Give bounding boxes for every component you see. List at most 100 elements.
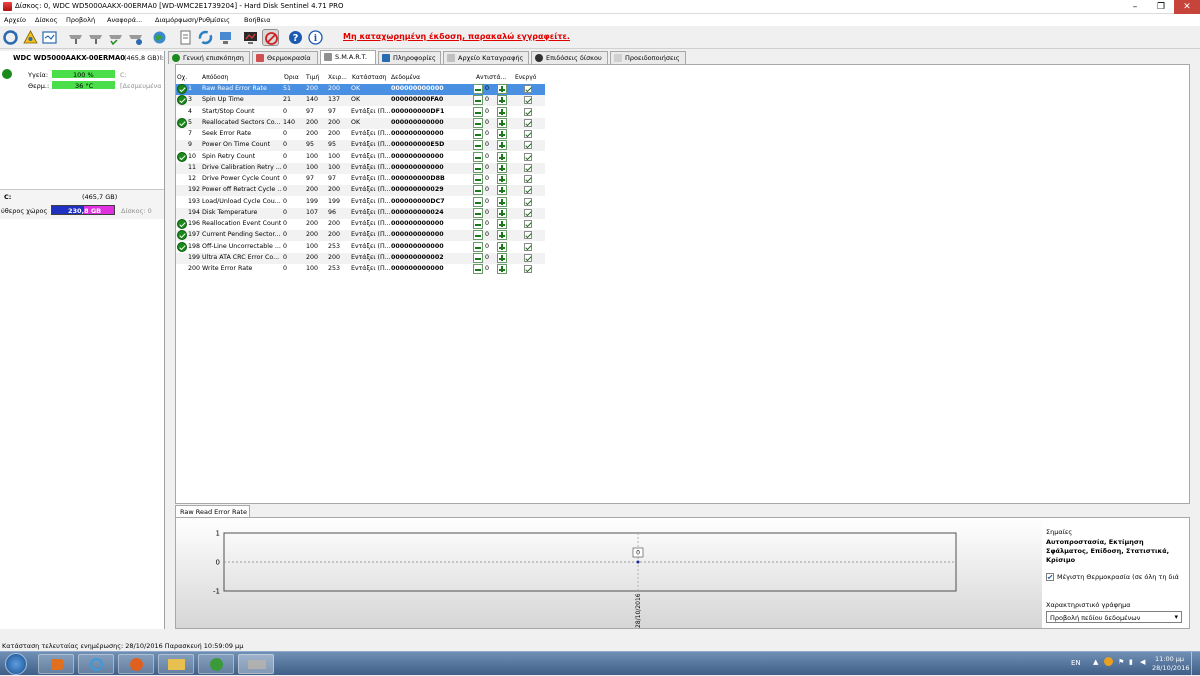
decrement-button[interactable] — [473, 174, 483, 184]
active-checkbox[interactable] — [524, 130, 532, 138]
table-row[interactable]: 5 Reallocated Sectors Co... 140 200 200 OK 000… — [176, 117, 545, 129]
globe-icon[interactable] — [151, 29, 168, 46]
document-icon[interactable] — [177, 29, 194, 46]
active-checkbox[interactable] — [524, 208, 532, 217]
table-row[interactable]: 196 Reallocation Event Count 0 200 200 Εντάξε… — [176, 219, 545, 230]
active-checkbox[interactable] — [524, 163, 532, 172]
clock-time[interactable]: 11:00 μμ — [1155, 655, 1184, 663]
volume-icon[interactable]: ◀ — [1140, 658, 1145, 666]
drive-check-icon[interactable] — [107, 29, 124, 46]
tab-performance[interactable]: Επιδόσεις δίσκου — [531, 51, 608, 64]
refresh-icon[interactable] — [2, 29, 19, 46]
decrement-button[interactable] — [473, 230, 483, 241]
table-row[interactable]: 1 Raw Read Error Rate 51 200 200 OK 0000000000… — [176, 84, 545, 95]
table-row[interactable]: 193 Load/Unload Cycle Cou... 0 199 199 Εντάξε… — [176, 196, 545, 208]
decrement-button[interactable] — [473, 207, 483, 218]
decrement-button[interactable] — [473, 140, 483, 151]
hard-disk-sentinel-taskbar-icon[interactable] — [238, 654, 274, 674]
utorrent-icon[interactable] — [198, 654, 234, 674]
chart-type-select[interactable]: Προβολή πεδίου δεδομένων ▾ — [1046, 611, 1182, 623]
tab-alerts[interactable]: Προειδοποιήσεις — [610, 51, 686, 64]
table-row[interactable]: 192 Power off Retract Cycle ... 0 200 200 Εντ… — [176, 185, 545, 197]
offset-stepper[interactable]: 0 — [473, 162, 507, 173]
col-attribute[interactable]: Απόδοση — [202, 74, 228, 81]
col-data[interactable]: Δεδομένα — [391, 74, 420, 81]
internet-explorer-icon[interactable] — [78, 654, 114, 674]
monitor-icon[interactable] — [242, 29, 259, 46]
report-icon[interactable] — [41, 29, 58, 46]
decrement-button[interactable] — [473, 95, 483, 106]
col-threshold[interactable]: Όρια — [284, 74, 299, 81]
offset-stepper[interactable]: 0 — [473, 140, 507, 151]
table-row[interactable]: 3 Spin Up Time 21 140 137 OK 000000000FA0 0 — [176, 95, 545, 107]
decrement-button[interactable] — [473, 241, 483, 252]
offset-stepper[interactable]: 0 — [473, 151, 507, 162]
increment-button[interactable] — [497, 207, 507, 218]
active-checkbox[interactable] — [524, 96, 532, 105]
decrement-button[interactable] — [473, 106, 483, 117]
col-active[interactable]: Ενεργό — [515, 74, 536, 81]
active-checkbox[interactable] — [524, 141, 532, 150]
info-icon[interactable]: i — [307, 29, 324, 46]
tab-information[interactable]: Πληροφορίες — [378, 51, 441, 64]
offset-stepper[interactable]: 0 — [473, 174, 507, 184]
offset-stepper[interactable]: 0 — [473, 252, 507, 263]
network-icon[interactable] — [217, 29, 234, 46]
table-row[interactable]: 9 Power On Time Count 0 95 95 Εντάξει (Π... 00… — [176, 140, 545, 152]
start-button[interactable] — [5, 653, 27, 675]
offset-stepper[interactable]: 0 — [473, 219, 507, 229]
col-value[interactable]: Τιμή — [306, 74, 319, 81]
active-checkbox[interactable] — [524, 85, 532, 93]
increment-button[interactable] — [497, 241, 507, 252]
offset-stepper[interactable]: 0 — [473, 129, 507, 139]
table-row[interactable]: 197 Current Pending Sector... 0 200 200 Εντάξ… — [176, 230, 545, 242]
col-id[interactable]: Οχ. — [177, 74, 187, 81]
network-tray-icon[interactable]: ▮ — [1129, 658, 1133, 666]
active-checkbox[interactable] — [524, 186, 532, 195]
decrement-button[interactable] — [473, 264, 483, 274]
offset-stepper[interactable]: 0 — [473, 117, 507, 128]
increment-button[interactable] — [497, 230, 507, 241]
disk-test-icon[interactable] — [22, 29, 39, 46]
show-desktop-button[interactable] — [1191, 652, 1200, 676]
offset-stepper[interactable]: 0 — [473, 241, 507, 252]
help-icon[interactable]: ? — [287, 29, 304, 46]
offset-stepper[interactable]: 0 — [473, 264, 507, 274]
menu-view[interactable]: Προβολή — [66, 16, 95, 24]
decrement-button[interactable] — [473, 162, 483, 173]
active-checkbox[interactable] — [524, 197, 532, 206]
increment-button[interactable] — [497, 196, 507, 207]
volume-entry[interactable]: C: (465,7 GB) ύθερος χώρος 230,8 GB Δίσκ… — [0, 189, 164, 219]
register-link[interactable]: Μη καταχωρημένη έκδοση, παρακαλώ εγγραφε… — [343, 32, 570, 41]
language-indicator[interactable]: EN — [1071, 659, 1081, 667]
increment-button[interactable] — [497, 219, 507, 229]
decrement-button[interactable] — [473, 129, 483, 139]
menu-help[interactable]: Βοήθεια — [244, 16, 271, 24]
tray-flag-icon[interactable]: ⚑ — [1118, 658, 1124, 666]
increment-button[interactable] — [497, 162, 507, 173]
decrement-button[interactable] — [473, 117, 483, 128]
firefox-icon[interactable] — [118, 654, 154, 674]
col-worst[interactable]: Χειρ... — [328, 74, 347, 81]
menu-file[interactable]: Αρχείο — [4, 16, 26, 24]
table-row[interactable]: 198 Off-Line Uncorrectable ... 0 100 253 Εντά… — [176, 241, 545, 253]
col-offset[interactable]: Αντιστά... — [476, 74, 506, 81]
drive-icon-1[interactable] — [67, 29, 84, 46]
disk-entry[interactable]: WDC WD5000AAKX-00ERMA0 (465,8 GB) l: Υγε… — [0, 51, 164, 93]
offset-stepper[interactable]: 0 — [473, 230, 507, 241]
close-button[interactable]: ✕ — [1174, 0, 1200, 14]
drive-info-icon[interactable] — [127, 29, 144, 46]
clock-date[interactable]: 28/10/2016 — [1152, 664, 1189, 672]
table-row[interactable]: 11 Drive Calibration Retry ... 0 100 100 Εντά… — [176, 162, 545, 174]
increment-button[interactable] — [497, 106, 507, 117]
active-checkbox[interactable] — [524, 175, 532, 183]
decrement-button[interactable] — [473, 151, 483, 162]
decrement-button[interactable] — [473, 252, 483, 263]
tray-expand-icon[interactable]: ▲ — [1093, 658, 1098, 666]
media-player-icon[interactable] — [38, 654, 74, 674]
table-row[interactable]: 10 Spin Retry Count 0 100 100 Εντάξει (Π... 00… — [176, 151, 545, 163]
menu-disk[interactable]: Δίσκος — [35, 16, 57, 24]
offset-stepper[interactable]: 0 — [473, 95, 507, 106]
increment-button[interactable] — [497, 264, 507, 274]
table-row[interactable]: 12 Drive Power Cycle Count 0 97 97 Εντάξει (Π… — [176, 174, 545, 185]
